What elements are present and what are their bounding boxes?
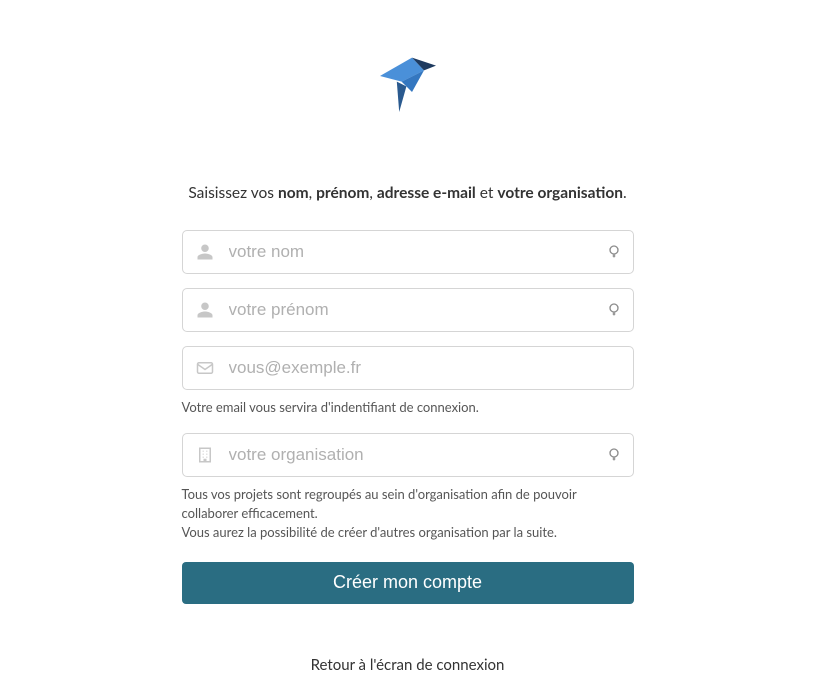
intro-org: votre organisation [497, 184, 623, 202]
firstname-field-wrap [182, 288, 634, 332]
signup-form: Saisissez vos nom, prénom, adresse e-mai… [182, 182, 634, 674]
create-account-button[interactable]: Créer mon compte [182, 562, 634, 604]
user-icon [196, 243, 214, 261]
intro-email: adresse e-mail [377, 184, 476, 202]
intro-text: Saisissez vos nom, prénom, adresse e-mai… [182, 182, 634, 204]
email-hint: Votre email vous servira d'indentifiant … [182, 398, 634, 417]
bird-logo-icon [368, 48, 448, 128]
building-icon [196, 446, 214, 464]
lastname-input[interactable] [182, 230, 634, 274]
password-manager-icon[interactable] [606, 244, 622, 260]
organisation-input[interactable] [182, 433, 634, 477]
password-manager-icon[interactable] [606, 302, 622, 318]
logo [368, 48, 448, 132]
intro-prenom: prénom [316, 184, 369, 202]
email-input[interactable] [182, 346, 634, 390]
organisation-field-wrap [182, 433, 634, 477]
lastname-field-wrap [182, 230, 634, 274]
back-to-login-link[interactable]: Retour à l'écran de connexion [182, 656, 634, 674]
organisation-hint: Tous vos projets sont regroupés au sein … [182, 485, 634, 542]
user-icon [196, 301, 214, 319]
password-manager-icon[interactable] [606, 447, 622, 463]
intro-prefix: Saisissez vos [188, 184, 278, 202]
firstname-input[interactable] [182, 288, 634, 332]
email-field-wrap [182, 346, 634, 390]
mail-icon [196, 359, 214, 377]
intro-nom: nom [278, 184, 309, 202]
